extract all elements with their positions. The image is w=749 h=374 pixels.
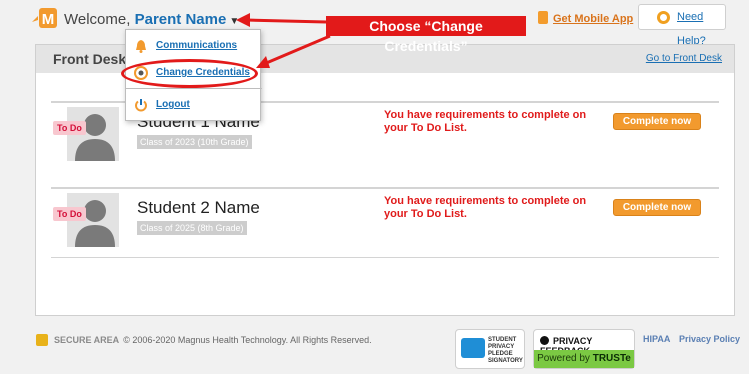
student-class: Class of 2025 (8th Grade) [137,221,247,235]
welcome-label: Welcome, [64,11,131,28]
student-class: Class of 2023 (10th Grade) [137,135,252,149]
chat-bubble-icon [540,336,549,345]
svg-text:M: M [42,11,55,28]
secure-area-label: SECURE AREA [54,335,120,345]
row-divider [51,257,719,258]
footer-copyright: SECURE AREA © 2006-2020 Magnus Health Tec… [54,335,372,345]
instruction-callout: Choose “Change Credentials” [326,16,526,54]
pledge-icon [461,338,485,358]
get-mobile-app-link[interactable]: Get Mobile App [538,11,633,25]
student-name: Student 2 Name [137,198,260,217]
power-icon [135,99,147,112]
need-help-label: Need Help? [677,11,706,47]
powered-by-truste: Powered by TRUSTe [534,350,634,368]
todo-badge: To Do [53,207,86,221]
truste-label: TRUSTe [592,353,631,364]
footer: SECURE AREA © 2006-2020 Magnus Health Tec… [0,324,749,374]
student-privacy-pledge-badge[interactable]: STUDENT PRIVACY PLEDGE SIGNATORY [455,329,525,369]
parent-name-menu[interactable]: Parent Name ▼ [135,11,240,28]
privacy-policy-link[interactable]: Privacy Policy [679,334,740,344]
privacy-feedback-badge[interactable]: PRIVACY FEEDBACK Powered by TRUSTe [533,329,635,369]
todo-badge: To Do [53,121,86,135]
magnus-logo-icon: M [32,8,57,28]
need-help-button[interactable]: Need Help? [638,4,726,47]
menu-item-label: Logout [156,99,190,110]
phone-icon [538,11,548,24]
bell-icon [136,40,146,53]
hipaa-link[interactable]: HIPAA [643,334,670,344]
caret-down-icon: ▼ [229,16,240,27]
complete-now-button[interactable]: Complete now [613,199,701,216]
powered-by-label: Powered by [537,353,590,364]
requirement-message: You have requirements to complete on you… [384,195,587,220]
highlight-oval [121,59,258,88]
welcome-text: Welcome, Parent Name ▼ [64,11,239,28]
pledge-text: STUDENT PRIVACY PLEDGE SIGNATORY [488,337,523,364]
panel-title: Front Desk [53,51,127,67]
lifebuoy-icon [657,11,670,24]
parent-name-label: Parent Name [134,11,227,28]
menu-item-communications[interactable]: Communications [126,34,262,60]
go-to-front-desk-link[interactable]: Go to Front Desk [646,53,722,64]
menu-divider [126,88,262,89]
copyright-text: © 2006-2020 Magnus Health Technology. Al… [123,335,372,345]
menu-item-label: Communications [156,40,238,51]
requirement-message: You have requirements to complete on you… [384,109,587,134]
menu-item-logout[interactable]: Logout [126,93,262,119]
lock-icon [36,334,48,346]
student-row: To Do Student 2 Name Class of 2025 (8th … [51,187,719,259]
complete-now-button[interactable]: Complete now [613,113,701,130]
get-mobile-app-label: Get Mobile App [553,13,634,25]
